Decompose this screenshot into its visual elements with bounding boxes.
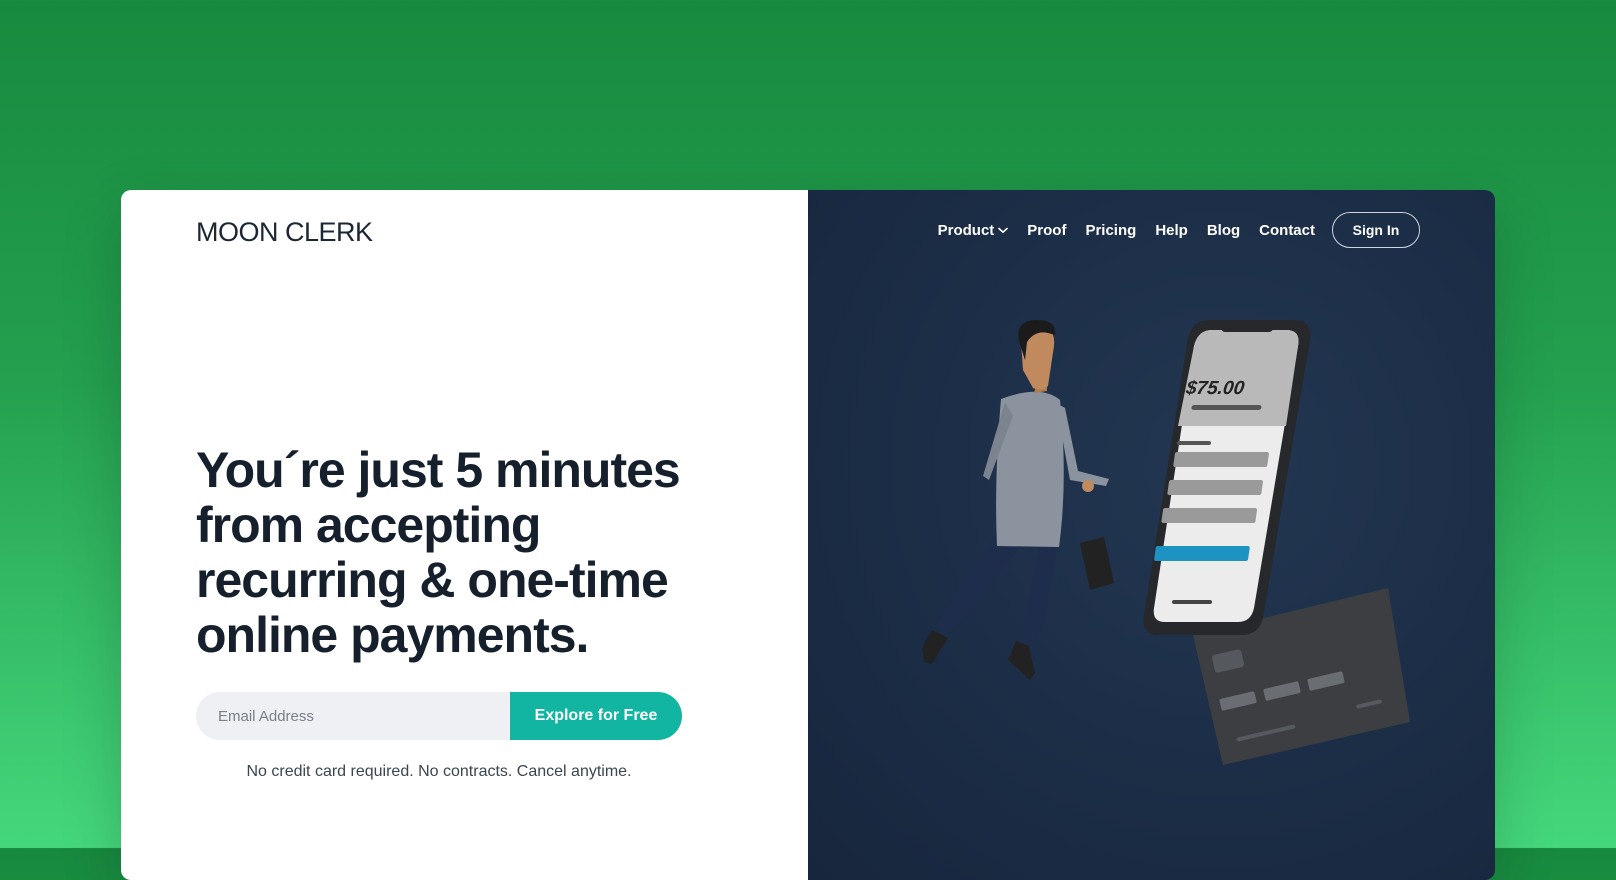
payment-illustration: $75.00: [922, 320, 1410, 765]
headline-line: from accepting: [196, 497, 541, 553]
person-illustration: [922, 320, 1114, 680]
illustration-panel: Product Proof Pricing Help Blog Contact …: [808, 190, 1495, 880]
hero-panel: MOON CLERK You´re just 5 minutes from ac…: [121, 190, 808, 880]
landing-card: MOON CLERK You´re just 5 minutes from ac…: [121, 190, 1495, 880]
phone-amount: $75.00: [1184, 378, 1246, 399]
signup-form: Explore for Free: [196, 692, 682, 740]
headline-line: You´re just 5 minutes: [196, 442, 681, 498]
headline-line: recurring & one-time: [196, 552, 669, 608]
phone-icon: $75.00: [1143, 320, 1311, 635]
explore-for-free-button[interactable]: Explore for Free: [510, 692, 682, 740]
signup-note: No credit card required. No contracts. C…: [246, 763, 632, 780]
moon-clerk-logo[interactable]: MOON CLERK: [196, 217, 373, 248]
email-input[interactable]: [196, 692, 510, 740]
headline-line: online payments.: [196, 607, 589, 663]
hero-headline: You´re just 5 minutes from accepting rec…: [196, 443, 756, 663]
